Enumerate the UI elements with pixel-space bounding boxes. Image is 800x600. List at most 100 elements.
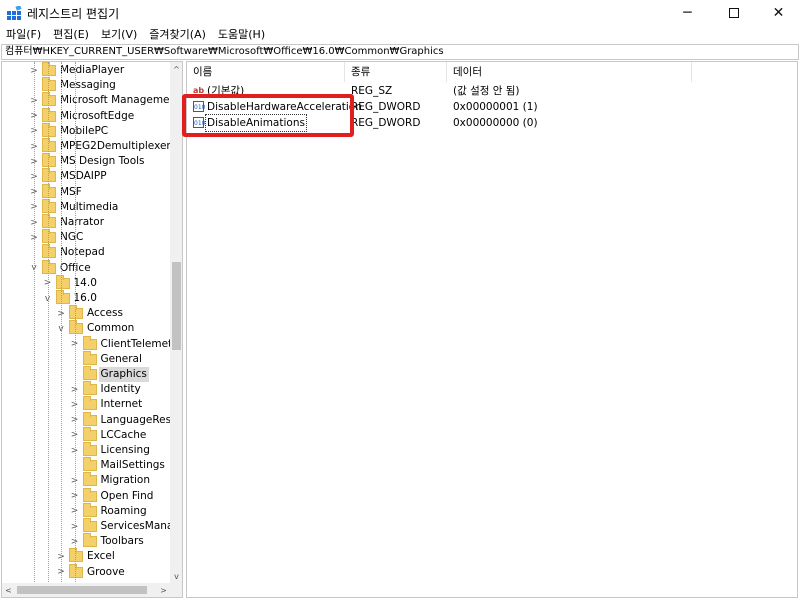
- folder-icon: [42, 183, 56, 198]
- tree-item-label: 16.0: [73, 292, 97, 304]
- tree-item-label: MobilePC: [60, 124, 109, 137]
- folder-icon: [69, 320, 83, 335]
- maximize-icon: [728, 8, 739, 18]
- value-type: REG_DWORD: [351, 101, 421, 113]
- tree-item[interactable]: v Office: [2, 259, 170, 276]
- folder-icon: [42, 229, 56, 244]
- column-header-name[interactable]: 이름: [187, 62, 345, 82]
- folder-icon: [42, 107, 56, 122]
- tree-item[interactable]: > LanguageResou: [2, 411, 182, 428]
- folder-icon: [82, 472, 97, 487]
- tree-item[interactable]: > Access: [2, 305, 170, 321]
- folder-icon: [69, 305, 83, 320]
- tree-item[interactable]: > Multimedia: [2, 198, 170, 215]
- folder-icon: [42, 214, 56, 228]
- folder-icon: [82, 502, 97, 517]
- folder-icon: [82, 335, 97, 350]
- menu-favorites[interactable]: 즐겨찾기(A): [143, 26, 212, 44]
- tree-guide-line: [47, 62, 49, 582]
- tree-item[interactable]: Graphics: [2, 366, 170, 382]
- tree-item[interactable]: > ClientTelemetry: [2, 335, 182, 352]
- tree-item-label: Roaming: [100, 504, 147, 517]
- close-button[interactable]: ✕: [756, 0, 800, 26]
- scroll-left-arrow-icon[interactable]: <: [2, 583, 15, 597]
- highlight-annotation: [182, 94, 354, 137]
- tree-item[interactable]: > Roaming: [2, 502, 170, 519]
- tree-item[interactable]: > Microsoft Management: [2, 92, 180, 108]
- folder-icon: [82, 350, 97, 365]
- tree-item-label: Internet: [100, 398, 143, 411]
- menu-bar: 파일(F) 편집(E) 보기(V) 즐겨찾기(A) 도움말(H): [0, 26, 800, 44]
- tree-item[interactable]: > MicrosoftEdge: [2, 107, 170, 124]
- column-header: 이름 종류 데이터: [187, 62, 797, 82]
- tree-item-label: MediaPlayer: [60, 64, 125, 76]
- folder-icon: [42, 259, 56, 274]
- tree-item-label: MicrosoftEdge: [60, 109, 135, 122]
- tree-item[interactable]: > Internet: [2, 396, 170, 412]
- tree-item[interactable]: > Identity: [2, 381, 170, 397]
- key-tree-pane[interactable]: > MediaPlayer Messaging > Microsoft Manageme…: [1, 61, 183, 598]
- tree-horizontal-scrollbar[interactable]: < >: [2, 583, 170, 597]
- tree-item-label: 14.0: [73, 276, 97, 289]
- tree-item[interactable]: > NGC: [2, 229, 170, 245]
- tree-item-label: Access: [87, 307, 123, 320]
- folder-icon: [82, 487, 97, 502]
- registry-editor-icon: [7, 6, 22, 20]
- column-header-data[interactable]: 데이터: [447, 62, 692, 82]
- tree-item[interactable]: > Toolbars: [2, 533, 170, 549]
- tree-item[interactable]: > ServicesManage: [2, 518, 182, 534]
- tree-item[interactable]: General: [2, 350, 170, 367]
- folder-icon: [42, 244, 56, 259]
- tree-item-label: Migration: [100, 474, 151, 487]
- tree-item[interactable]: > Open Find: [2, 487, 170, 504]
- value-list-pane[interactable]: 이름 종류 데이터 ab (기본값) REG_SZ (값 설정 안 됨) 010…: [186, 61, 798, 598]
- maximize-button[interactable]: [711, 0, 756, 26]
- value-data: 0x00000000 (0): [453, 117, 538, 129]
- scroll-up-arrow-icon[interactable]: ^: [170, 62, 182, 76]
- title-bar: 레지스트리 편집기 ─ ✕: [0, 0, 800, 26]
- tree-item[interactable]: >14.0: [2, 274, 170, 291]
- tree-item-label: Graphics: [98, 367, 149, 382]
- tree-item[interactable]: > Excel: [2, 548, 170, 564]
- folder-icon: [69, 548, 83, 563]
- tree-item[interactable]: MailSettings: [2, 457, 170, 473]
- tree-item[interactable]: > MPEG2Demultiplexer: [2, 138, 171, 154]
- tree-item[interactable]: > MSDAIPP: [2, 168, 170, 184]
- tree-item[interactable]: > Migration: [2, 472, 170, 488]
- tree-item-label: LCCache: [100, 428, 147, 441]
- scrollbar-corner: [170, 583, 182, 597]
- scroll-down-arrow-icon[interactable]: v: [170, 569, 182, 583]
- tree-item-label: General: [100, 352, 142, 365]
- tree-vertical-scrollbar[interactable]: ^ v: [170, 62, 182, 583]
- folder-icon: [69, 563, 83, 578]
- address-bar[interactable]: 컴퓨터₩HKEY_CURRENT_USER₩Software₩Microsoft…: [1, 44, 799, 60]
- tree-item[interactable]: > Narrator: [2, 214, 170, 230]
- scroll-right-arrow-icon[interactable]: >: [157, 583, 170, 597]
- menu-help[interactable]: 도움말(H): [212, 26, 271, 44]
- tree-item-label: Excel: [87, 550, 115, 563]
- tree-item[interactable]: v 16.0: [2, 290, 170, 306]
- tree-item-label: NGC: [60, 231, 84, 244]
- tree-vertical-scroll-thumb[interactable]: [172, 262, 181, 350]
- tree-item[interactable]: > Groove: [2, 563, 170, 580]
- menu-edit[interactable]: 편집(E): [47, 26, 95, 44]
- minimize-button[interactable]: ─: [665, 0, 710, 26]
- tree-item[interactable]: Notepad: [2, 244, 170, 260]
- tree-item[interactable]: > MS Design Tools: [2, 153, 170, 169]
- folder-icon: [42, 198, 56, 213]
- folder-icon: [42, 153, 56, 168]
- column-header-type[interactable]: 종류: [345, 62, 447, 82]
- window-title: 레지스트리 편집기: [27, 7, 120, 21]
- menu-view[interactable]: 보기(V): [95, 26, 143, 44]
- tree-item[interactable]: > MSF: [2, 183, 170, 200]
- tree-item[interactable]: Messaging: [2, 77, 170, 93]
- folder-icon: [82, 426, 97, 441]
- tree-item[interactable]: > Licensing: [2, 442, 170, 458]
- tree-item[interactable]: > LCCache: [2, 426, 170, 443]
- tree-horizontal-scroll-thumb[interactable]: [17, 586, 147, 594]
- tree-item[interactable]: > MediaPlayer: [2, 62, 170, 78]
- menu-file[interactable]: 파일(F): [0, 26, 47, 44]
- tree-item[interactable]: > MobilePC: [2, 122, 170, 139]
- tree-item-label: Microsoft Management: [60, 94, 181, 107]
- tree-item[interactable]: v Common: [2, 320, 170, 336]
